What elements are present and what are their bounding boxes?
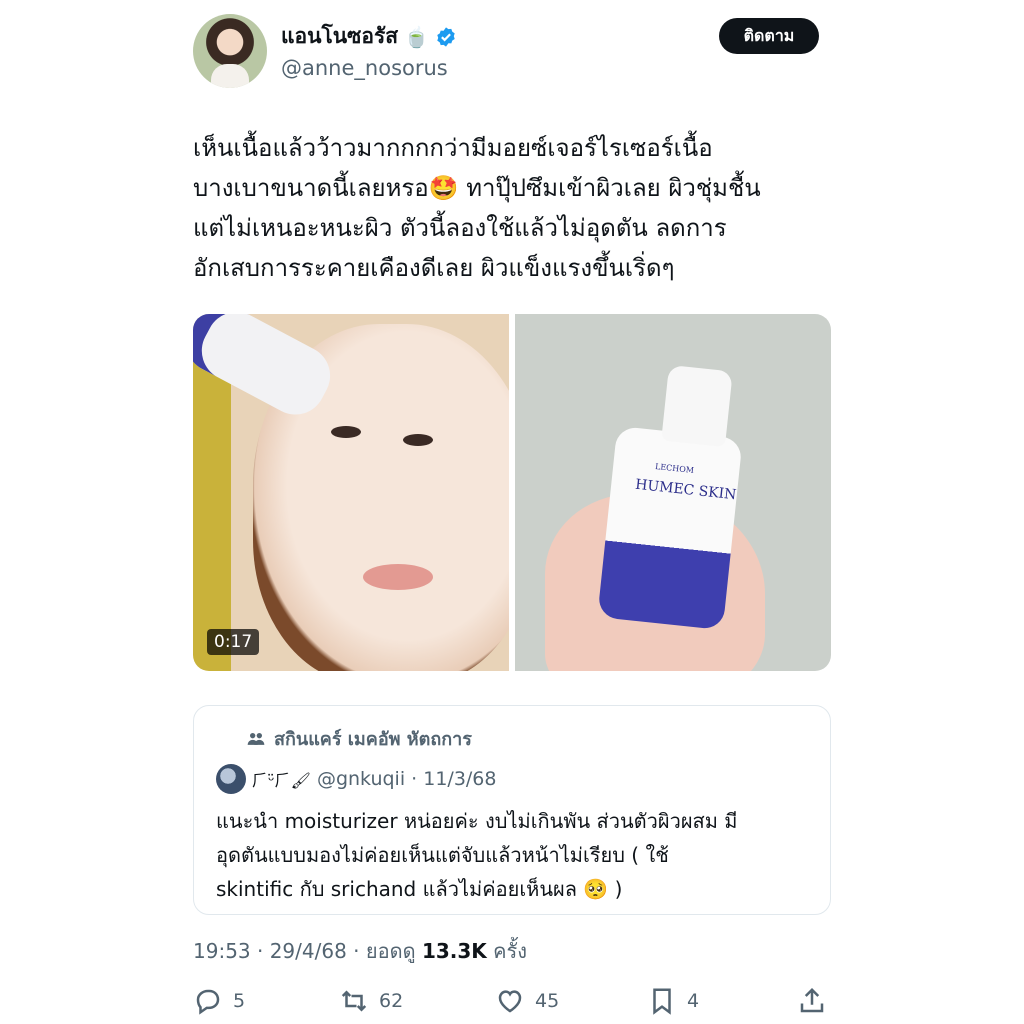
tweet-photo[interactable]: LECHOM HUMEC SKIN (515, 314, 831, 671)
video-eye (403, 434, 433, 446)
bookmark-button[interactable]: 4 (647, 986, 699, 1016)
quoted-tweet-card[interactable]: สกินแคร์ เมคอัพ หัตถการ ⺁ᵕ̈⺁🖌 @gnkuqii ·… (193, 705, 831, 915)
bookmark-count: 4 (687, 990, 700, 1012)
tweet-meta: 19:53 · 29/4/68 · ยอดดู 13.3K ครั้ง (193, 935, 527, 967)
share-icon (800, 987, 824, 1013)
tweet-timestamp[interactable]: 19:53 · 29/4/68 · ยอดดู (193, 939, 422, 963)
tweet-header: แอนโนซอรัส 🍵 @anne_nosorus ติดตาม (193, 14, 823, 92)
share-button[interactable] (797, 986, 827, 1016)
author-name-row[interactable]: แอนโนซอรัส 🍵 (281, 20, 457, 53)
tweet-text-line: แต่ไม่เหนอะหนะผิว ตัวนี้ลองใช้แล้วไม่อุด… (193, 214, 727, 242)
tweet-text: เห็นเนื้อแล้วว้าวมากกกกว่ามีมอยซ์เจอร์ไร… (193, 128, 833, 288)
photo-product-bottle (597, 425, 743, 631)
like-button[interactable]: 45 (495, 986, 559, 1016)
author-avatar[interactable] (193, 14, 267, 88)
community-icon (247, 732, 265, 745)
quote-text: แนะนำ moisturizer หน่อยค่ะ งบไม่เกินพัน … (216, 804, 816, 906)
verified-badge-icon (437, 26, 455, 47)
reply-icon (196, 989, 220, 1015)
quote-author-row: ⺁ᵕ̈⺁🖌 @gnkuqii · 11/3/68 (216, 764, 496, 794)
retweet-button[interactable]: 62 (339, 986, 403, 1016)
views-suffix: ครั้ง (486, 939, 528, 963)
video-eye (331, 426, 361, 438)
author-display-name[interactable]: แอนโนซอรัส (281, 20, 398, 53)
community-row[interactable]: สกินแคร์ เมคอัพ หัตถการ (246, 724, 472, 753)
action-bar: 5 62 45 4 (193, 986, 833, 1022)
author-handle[interactable]: @anne_nosorus (281, 56, 448, 80)
retweet-count: 62 (379, 990, 404, 1012)
reply-button[interactable]: 5 (193, 986, 245, 1016)
tweet-video[interactable]: 0:17 (193, 314, 509, 671)
avatar-shirt (211, 64, 249, 88)
quote-text-line: อุดตันแบบมองไม่ค่อยเห็นแต่จับแล้วหน้าไม่… (216, 843, 669, 867)
retweet-icon (341, 990, 367, 1012)
tweet-text-line: เห็นเนื้อแล้วว้าวมากกกกว่ามีมอยซ์เจอร์ไร… (193, 134, 713, 162)
like-count: 45 (535, 990, 560, 1012)
heart-icon (498, 990, 522, 1013)
quote-avatar[interactable] (216, 764, 246, 794)
views-count: 13.3K (421, 939, 487, 963)
bookmark-icon (653, 988, 671, 1015)
quote-text-line: แนะนำ moisturizer หน่อยค่ะ งบไม่เกินพัน … (216, 809, 738, 833)
quote-handle-date: @gnkuqii · 11/3/68 (316, 768, 497, 790)
quote-text-line: skintific กับ srichand แล้วไม่ค่อยเห็นผล… (216, 877, 623, 901)
quote-display-name[interactable]: ⺁ᵕ̈⺁🖌 (252, 767, 311, 791)
video-duration-badge: 0:17 (207, 629, 260, 655)
reply-count: 5 (233, 990, 246, 1012)
tweet-text-line: อักเสบการระคายเคืองดีเลย ผิวแข็งแรงขึ้นเ… (193, 254, 675, 282)
video-lips (363, 564, 433, 590)
photo-bottle-cap (661, 364, 733, 448)
follow-button[interactable]: ติดตาม (719, 18, 819, 54)
tweet-text-line: บางเบาขนาดนี้เลยหรอ🤩 ทาปุ๊ปซึมเข้าผิวเลย… (193, 174, 761, 202)
tea-emoji-icon: 🍵 (404, 24, 430, 49)
community-name[interactable]: สกินแคร์ เมคอัพ หัตถการ (274, 724, 472, 753)
